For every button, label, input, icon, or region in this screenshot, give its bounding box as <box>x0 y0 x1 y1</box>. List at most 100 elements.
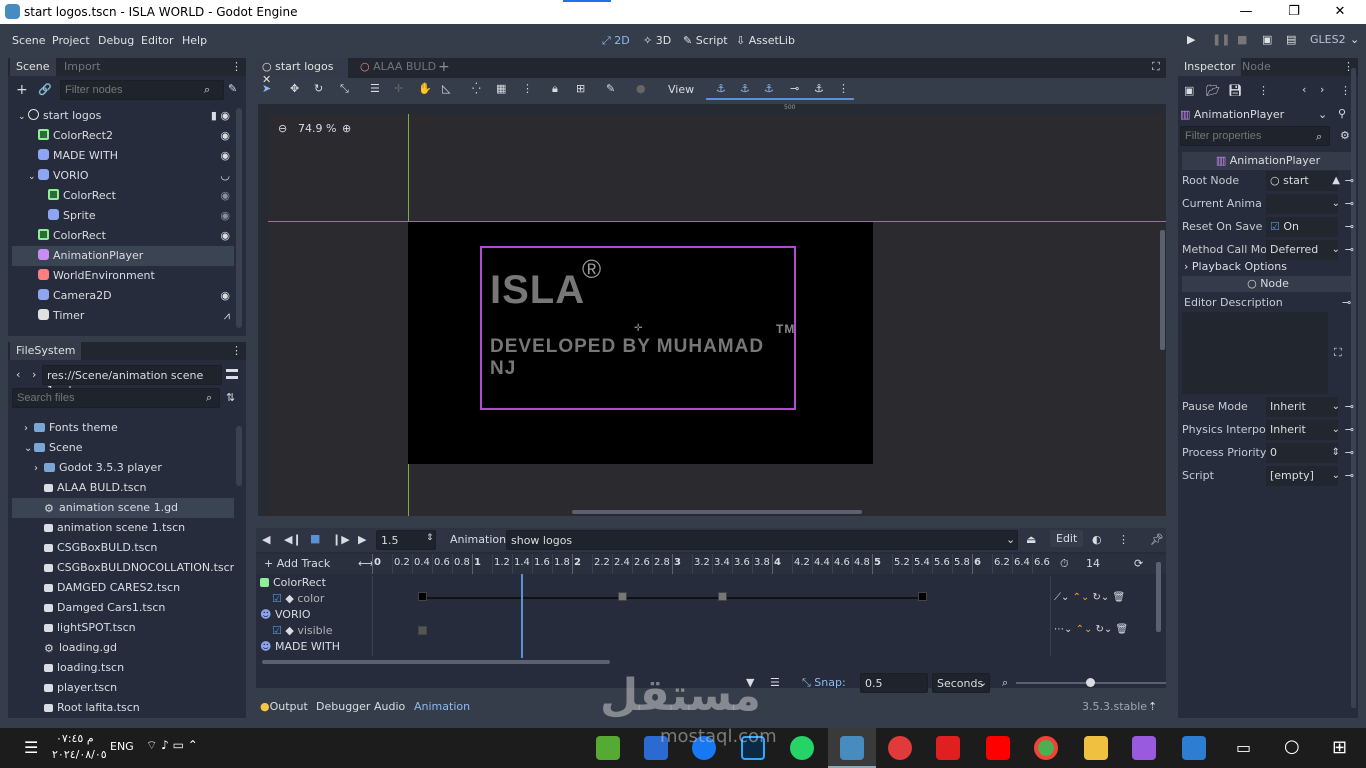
loop-wrap-icon[interactable]: ↻⌄ <box>1093 592 1110 603</box>
snap-options-icon[interactable]: ⋮ <box>522 82 533 95</box>
track-group-vorio[interactable]: ☻ VORIO <box>260 608 311 622</box>
save-resource-icon[interactable]: 💾︎ <box>1228 84 1242 97</box>
workspace-2d[interactable]: ⤢ 2D <box>602 34 630 48</box>
visibility-icon[interactable]: ◉ <box>220 126 230 146</box>
download-icon[interactable] <box>936 736 960 760</box>
taskbar-date[interactable]: ٢٠٢٤/٠٨/٠٥ <box>52 748 107 761</box>
key-icon[interactable]: ⊸ <box>1345 239 1354 261</box>
menu-help[interactable]: Help <box>182 34 207 47</box>
stop-icon[interactable]: ■ <box>310 532 320 545</box>
file-item-9[interactable]: Damged Cars1.tscn <box>12 598 234 618</box>
filesystem-scrollbar[interactable] <box>236 426 242 486</box>
file-item-14[interactable]: Root lafita.tscn <box>12 698 234 714</box>
keyframe[interactable] <box>918 592 927 601</box>
dropdown-chevron-icon[interactable]: ⇕ <box>1332 442 1340 464</box>
track-group-colorrect[interactable]: ColorRect <box>260 576 366 590</box>
checkbox-icon[interactable]: ☑ <box>272 624 282 637</box>
whatsapp-icon[interactable] <box>790 736 814 760</box>
tab-filesystem[interactable]: FileSystem <box>10 342 82 360</box>
menu-editor[interactable]: Editor <box>141 34 174 47</box>
group-icon[interactable]: ⊞ <box>576 82 585 95</box>
task-view-icon[interactable]: ▭ <box>1236 738 1251 757</box>
visibility-icon[interactable]: ⩘ <box>224 306 230 326</box>
dropdown-chevron-icon[interactable]: ⌄ <box>1332 239 1340 261</box>
visibility-icon[interactable]: ◉ <box>220 146 230 166</box>
zoom-slider-handle[interactable] <box>1086 678 1095 687</box>
tab-scene[interactable]: Scene <box>10 58 56 76</box>
key-position-icon[interactable]: ⚓ <box>716 82 726 95</box>
add-node-icon[interactable]: + <box>16 82 28 98</box>
tab-animation[interactable]: Animation <box>414 700 470 713</box>
search-files-input[interactable] <box>12 388 220 408</box>
rotate-tool-icon[interactable]: ↻ <box>314 82 323 95</box>
tab-debugger[interactable]: Debugger <box>316 700 370 713</box>
file-item-7[interactable]: CSGBoxBULDNOCOLLATION.tscn <box>12 558 234 578</box>
scene-node-8[interactable]: WorldEnvironment <box>12 266 234 286</box>
load-resource-icon[interactable]: 📂︎ <box>1206 84 1220 97</box>
inspector-scrollbar[interactable] <box>1351 68 1356 708</box>
bone-icon[interactable]: ✎ <box>606 82 615 95</box>
track-options[interactable]: ⟋⌄ ⌃⌄ ↻⌄ 🗑︎ <box>1054 592 1125 603</box>
viewport-vscroll[interactable] <box>1160 230 1165 350</box>
tab-audio[interactable]: Audio <box>374 700 405 713</box>
zoom-in-icon[interactable]: ⊕ <box>342 122 351 135</box>
dropdown-chevron-icon[interactable]: ▲ <box>1332 170 1340 192</box>
visibility-icon[interactable]: ◡ <box>220 166 230 186</box>
play-backwards-from-end-icon[interactable]: ◀ <box>262 533 270 546</box>
timeline-ruler[interactable]: 0 0.2 0.4 0.6 0.8 1 1.2 1.4 1.6 1.8 2 2.2 2.4 2.6 2.8 3… <box>372 554 1050 574</box>
scene-node-6[interactable]: ColorRect ◉ <box>12 226 234 246</box>
file-item-1[interactable]: ⌄ Scene <box>12 438 234 458</box>
ruler-tool-icon[interactable]: ◺ <box>442 82 450 95</box>
checkbox-icon[interactable]: ☑ <box>272 592 282 605</box>
tab-inspector[interactable]: Inspector <box>1178 58 1242 76</box>
dropdown-chevron-icon[interactable]: ⌄ <box>1332 193 1340 215</box>
tab-import[interactable]: Import <box>58 58 107 76</box>
playhead[interactable] <box>521 574 523 658</box>
wrap-icon[interactable]: ⌃⌄ <box>1073 592 1090 603</box>
taskbar-time[interactable]: م ٠٧:٤٥ <box>56 732 94 745</box>
zoom-level[interactable]: 74.9 % <box>298 122 336 135</box>
path-field[interactable]: res://Scene/animation scene 1.gd <box>42 365 222 397</box>
new-tab-icon[interactable]: + <box>438 59 450 75</box>
play-backwards-icon[interactable]: ◀❙ <box>284 533 302 546</box>
file-item-13[interactable]: player.tscn <box>12 678 234 698</box>
file-item-11[interactable]: ⚙ loading.gd <box>12 638 234 658</box>
add-track-button[interactable]: + Add Track <box>264 557 330 570</box>
file-item-12[interactable]: loading.tscn <box>12 658 234 678</box>
dropdown-chevron-icon[interactable]: ⌄ <box>1332 396 1340 418</box>
smart-snap-icon[interactable]: ⁛ <box>472 82 481 95</box>
copilot-icon[interactable] <box>1132 736 1156 760</box>
snap-field[interactable]: 0.5 <box>860 673 928 693</box>
interp-icon[interactable]: ⋯⌄ <box>1054 624 1072 635</box>
checkbox-icon[interactable]: ☑ <box>1270 220 1283 233</box>
play-forward-icon[interactable]: ❙▶ <box>332 533 350 546</box>
key-icon[interactable]: ⊸ <box>1345 170 1354 192</box>
keyframe[interactable] <box>418 592 427 601</box>
menu-debug[interactable]: Debug <box>98 34 134 47</box>
filter-settings-icon[interactable]: ⚙ <box>1340 129 1350 142</box>
property-value[interactable] <box>1266 194 1338 214</box>
dropdown-chevron-icon[interactable]: ⌄ <box>1332 419 1340 441</box>
filter-properties-input[interactable] <box>1180 126 1330 146</box>
key-icon[interactable]: ⊸ <box>1345 419 1354 441</box>
viewport-hscroll[interactable] <box>572 510 862 514</box>
play-icon[interactable]: ▶ <box>1187 33 1195 46</box>
notifications-icon[interactable]: ☰ <box>24 738 38 757</box>
play-from-start-icon[interactable]: ▶ <box>358 533 366 546</box>
pan-tool-icon[interactable]: ✋ <box>418 82 432 95</box>
track-visible[interactable]: ☑ ◆ visible <box>272 624 333 638</box>
key-icon[interactable]: ⊸ <box>1345 442 1354 464</box>
spinner-icon[interactable]: ⇕ <box>426 533 434 543</box>
expand-icon[interactable]: ⛶ <box>1334 346 1342 360</box>
property-value[interactable]: ○ start <box>1266 171 1338 191</box>
scale-tool-icon[interactable]: ⤡ <box>340 82 349 96</box>
light-icon[interactable]: ● <box>636 82 646 95</box>
tab-node[interactable]: Node <box>1236 58 1277 76</box>
history-back-icon[interactable]: ‹ <box>1302 83 1306 96</box>
docs-icon[interactable]: ⚲ <box>1338 107 1346 120</box>
wrap-icon[interactable]: ⌃⌄ <box>1076 624 1093 635</box>
file-explorer-icon[interactable] <box>1084 736 1108 760</box>
file-item-2[interactable]: › Godot 3.5.3 player <box>12 458 234 478</box>
animation-length[interactable]: 14 <box>1086 557 1100 570</box>
animation-menu[interactable]: Animation <box>450 533 506 546</box>
